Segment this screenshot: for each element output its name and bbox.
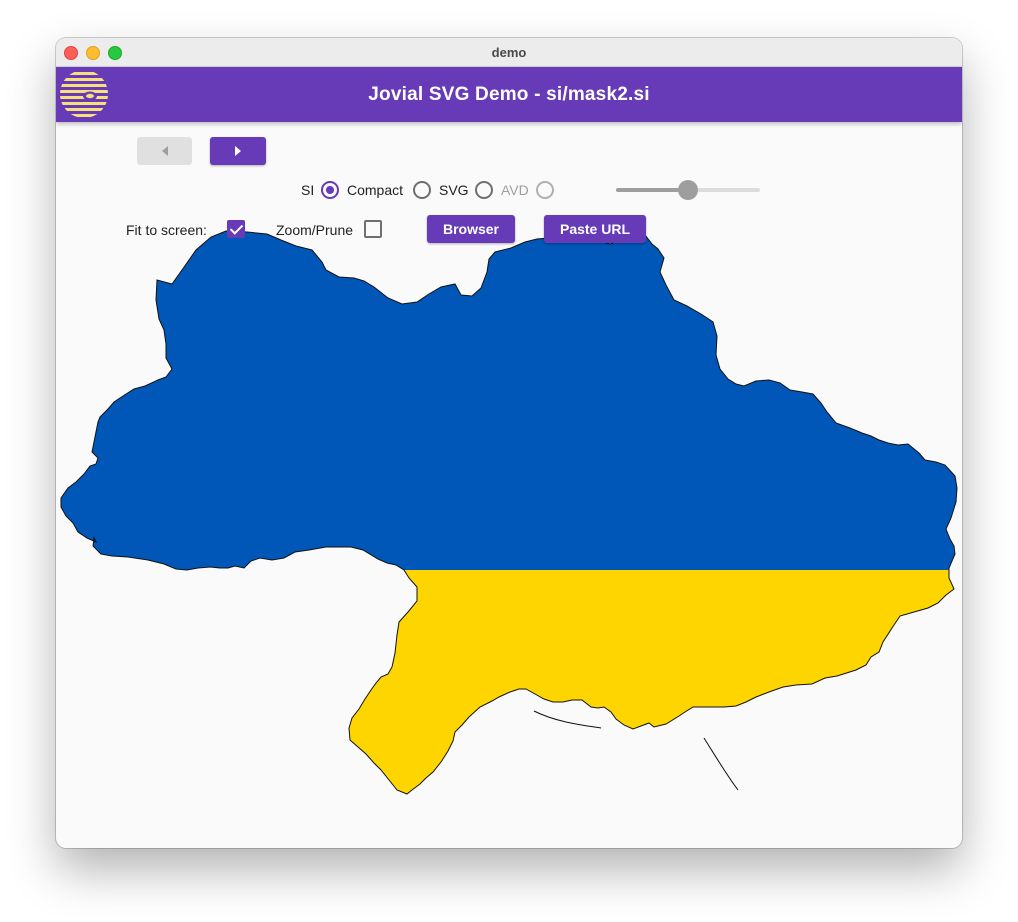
format-label: SI — [301, 182, 315, 198]
chevron-right-icon — [235, 146, 241, 156]
radio-compact-label: Compact — [347, 182, 404, 198]
coast-spit — [533, 710, 602, 729]
radio-svg-label: SVG — [439, 182, 469, 198]
chevron-left-icon — [161, 146, 168, 156]
zoom-prune-label: Zoom/Prune — [276, 222, 354, 238]
slider[interactable] — [616, 180, 760, 200]
radio-compact[interactable] — [413, 181, 431, 199]
paste-url-button[interactable]: Paste URL — [544, 215, 646, 243]
next-button[interactable] — [210, 137, 266, 165]
browser-button[interactable]: Browser — [427, 215, 515, 243]
radio-avd — [536, 181, 554, 199]
window-title: demo — [491, 44, 527, 60]
demo-content: SI Compact SVG AVD Fit to screen: Zoom/P… — [56, 122, 962, 848]
app-window: demo Jovial SVG Demo - si/mask2.si SI Co… — [56, 38, 962, 848]
maximize-window-button[interactable] — [108, 46, 122, 60]
minimize-window-button[interactable] — [86, 46, 100, 60]
radio-si[interactable] — [321, 181, 339, 199]
app-title: Jovial SVG Demo - si/mask2.si — [368, 83, 650, 105]
traffic-lights — [64, 46, 122, 60]
flag-yellow-band — [61, 570, 957, 794]
fit-to-screen-label: Fit to screen: — [126, 222, 207, 238]
jovial-logo-icon — [60, 72, 108, 117]
fit-to-screen-checkbox[interactable] — [227, 220, 245, 238]
slider-thumb[interactable] — [678, 180, 698, 200]
close-window-button[interactable] — [64, 46, 78, 60]
previous-button[interactable] — [137, 137, 192, 165]
arabat-spit — [703, 737, 739, 791]
radio-avd-label: AVD — [501, 182, 529, 198]
window-titlebar[interactable]: demo — [56, 38, 962, 67]
zoom-prune-checkbox[interactable] — [364, 220, 382, 238]
app-bar: Jovial SVG Demo - si/mask2.si — [56, 67, 962, 122]
radio-svg[interactable] — [475, 181, 493, 199]
